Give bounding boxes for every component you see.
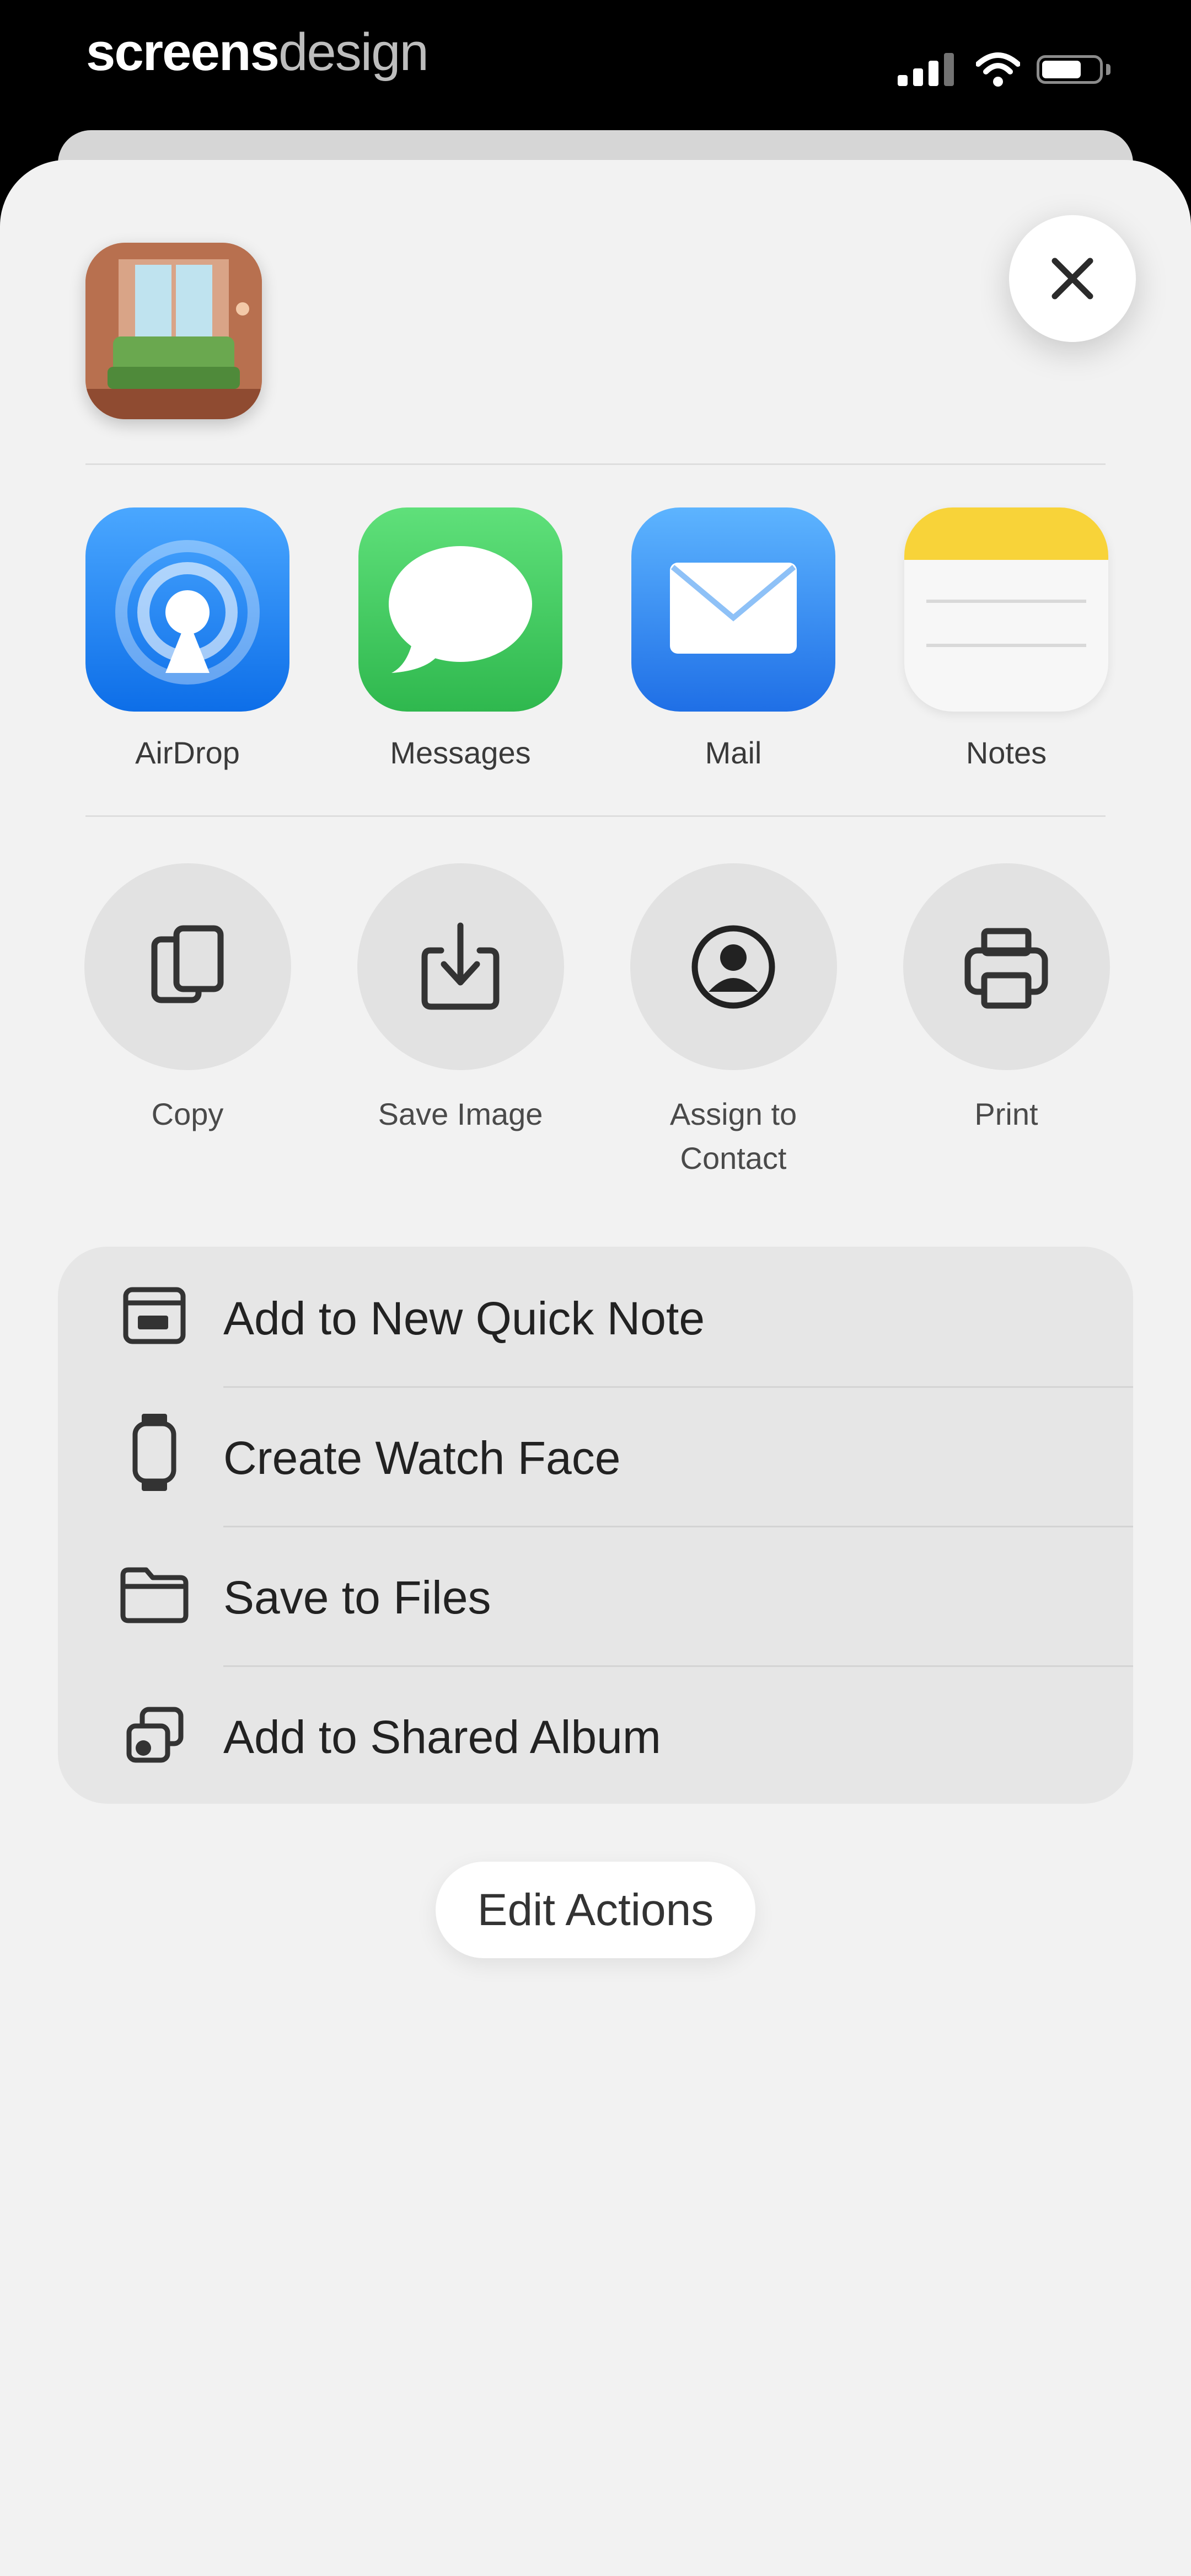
share-app-label: Mail <box>705 735 762 770</box>
header-divider <box>85 463 1106 465</box>
action-print[interactable]: Print <box>879 863 1133 1136</box>
brand-light-text: design <box>278 23 429 82</box>
action-label: Save Image <box>378 1097 543 1131</box>
action-label: Assign to Contact <box>669 1097 797 1175</box>
list-item-label: Add to New Quick Note <box>223 1292 705 1344</box>
action-label: Print <box>974 1097 1038 1131</box>
close-button[interactable] <box>1009 215 1136 342</box>
share-app-label: Messages <box>390 735 531 770</box>
apps-divider <box>85 815 1106 817</box>
action-label: Copy <box>151 1097 224 1131</box>
action-copy[interactable]: Copy <box>61 863 314 1136</box>
share-app-label: AirDrop <box>135 735 240 770</box>
action-assign-to-contact[interactable]: Assign to Contact <box>607 863 860 1180</box>
action-list: Add to New Quick Note Create Watch Face … <box>58 1247 1133 1804</box>
list-item-watch-face[interactable]: Create Watch Face <box>58 1386 1133 1526</box>
list-item-label: Create Watch Face <box>223 1432 621 1484</box>
contact-icon <box>691 925 775 1008</box>
cellular-signal-icon <box>898 53 958 86</box>
brand-watermark: screensdesign <box>86 22 429 83</box>
save-image-button[interactable] <box>357 863 564 1070</box>
share-app-airdrop[interactable]: AirDrop <box>72 507 303 771</box>
airdrop-icon <box>85 507 289 712</box>
list-item-label: Save to Files <box>223 1572 491 1623</box>
copy-icon <box>151 925 224 1003</box>
brand-bold-text: screens <box>86 23 280 82</box>
list-item-save-to-files[interactable]: Save to Files <box>58 1526 1133 1665</box>
folder-icon <box>119 1564 190 1625</box>
assign-to-contact-button[interactable] <box>630 863 837 1070</box>
status-bar: screensdesign <box>0 0 1191 127</box>
share-app-messages[interactable]: Messages <box>345 507 576 771</box>
list-item-shared-album[interactable]: Add to Shared Album <box>58 1665 1133 1805</box>
messages-icon <box>358 507 562 712</box>
save-image-icon <box>421 922 500 1009</box>
share-app-mail[interactable]: Mail <box>618 507 849 771</box>
watch-icon <box>119 1414 190 1491</box>
edit-actions-button[interactable]: Edit Actions <box>436 1862 755 1958</box>
share-app-notes[interactable]: Notes <box>890 507 1122 771</box>
room-illustration <box>85 243 262 419</box>
action-save-image[interactable]: Save Image <box>334 863 587 1136</box>
battery-icon <box>1037 55 1110 84</box>
list-item-quick-note[interactable]: Add to New Quick Note <box>58 1247 1133 1386</box>
share-app-label: Notes <box>965 735 1047 770</box>
list-item-label: Add to Shared Album <box>223 1711 661 1763</box>
mail-icon <box>631 507 835 712</box>
print-button[interactable] <box>903 863 1110 1070</box>
shared-album-icon <box>119 1704 190 1765</box>
notes-icon <box>904 507 1108 712</box>
quick-note-icon <box>119 1285 190 1346</box>
wifi-icon <box>976 52 1020 87</box>
shared-item-thumbnail <box>85 243 262 419</box>
close-icon <box>1051 258 1093 300</box>
copy-button[interactable] <box>84 863 291 1070</box>
printer-icon <box>964 928 1048 1008</box>
